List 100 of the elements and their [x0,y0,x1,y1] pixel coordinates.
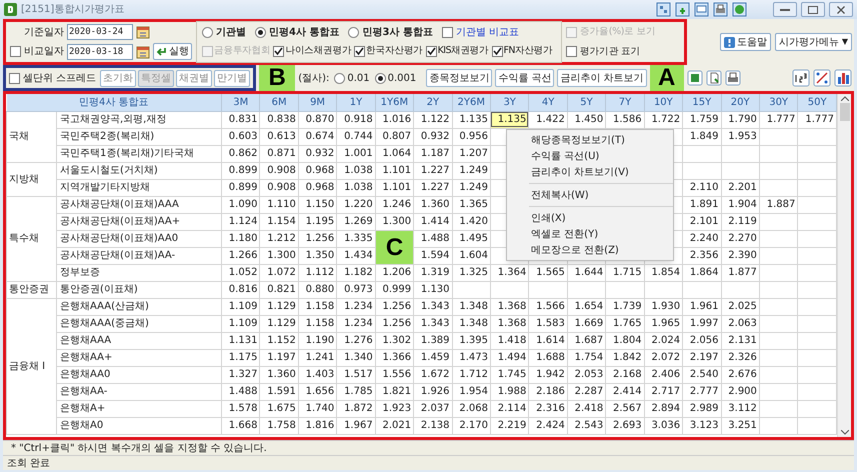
table-cell[interactable]: 0.613 [260,128,298,145]
table-cell[interactable]: 1.122 [414,111,452,128]
radio-label[interactable]: 기관별 [216,25,246,40]
table-cell[interactable]: 1.687 [567,332,606,349]
table-cell[interactable]: 1.360 [414,196,452,213]
table-cell[interactable]: 1.854 [644,264,683,281]
table-cell[interactable]: 1.389 [414,332,452,349]
table-cell[interactable]: 2.068 [452,400,490,417]
table-cell[interactable]: 1.715 [606,264,644,281]
table-cell[interactable]: 1.591 [260,383,298,400]
table-cell[interactable]: 1.842 [606,349,644,366]
table-cell[interactable]: 2.025 [721,298,760,315]
table-cell[interactable]: 1.109 [222,298,260,315]
table-cell[interactable]: 1.675 [260,400,298,417]
checkbox[interactable] [442,27,453,38]
table-cell[interactable]: 2.053 [567,366,606,383]
table-cell[interactable]: 0.831 [222,111,260,128]
radio-label[interactable]: 민평4사 통합표 [269,25,340,40]
table-cell[interactable]: 1.877 [721,264,760,281]
table-cell[interactable]: 1.234 [336,315,376,332]
table-cell[interactable]: 0.880 [298,281,337,298]
spreadsheet-icon[interactable] [686,70,703,86]
table-cell[interactable]: 1.669 [567,315,606,332]
table-cell[interactable]: 3.251 [721,417,760,434]
table-cell[interactable]: 1.187 [414,145,452,162]
table-cell[interactable]: 0.973 [336,281,376,298]
table-cell[interactable]: 2.168 [606,366,644,383]
table-cell[interactable]: 2.567 [606,400,644,417]
table-cell[interactable]: 1.249 [452,162,490,179]
table-cell[interactable]: 1.302 [375,332,414,349]
table-cell[interactable]: 2.418 [567,400,606,417]
table-cell[interactable]: 3.036 [644,417,683,434]
table-cell[interactable]: 1.241 [298,349,337,366]
column-header[interactable]: 1Y [336,94,376,111]
table-cell[interactable]: 1.052 [222,264,260,281]
radio-button[interactable] [255,27,266,38]
vertical-scrollbar[interactable] [837,94,851,437]
table-cell[interactable]: 1.110 [260,196,298,213]
table-cell[interactable]: 1.190 [298,332,337,349]
table-cell[interactable]: 1.368 [490,315,529,332]
spread-button[interactable]: 채권별 [176,70,212,86]
table-cell[interactable]: 0.674 [298,128,337,145]
table-cell[interactable]: 1.488 [222,383,260,400]
table-cell[interactable]: 1.754 [567,349,606,366]
table-cell[interactable]: 1.459 [414,349,452,366]
table-cell[interactable]: 0.744 [336,128,376,145]
scrollbar-thumb[interactable] [840,103,850,121]
table-cell[interactable]: 1.849 [682,128,721,145]
table-cell[interactable]: 1.942 [528,366,568,383]
table-cell[interactable]: 1.101 [375,179,414,196]
table-cell[interactable]: 1.583 [528,315,568,332]
table-cell[interactable]: 2.037 [414,400,452,417]
table-cell[interactable]: 1.195 [298,213,337,230]
table-cell[interactable]: 2.072 [644,349,683,366]
radio-label[interactable]: 0.01 [347,70,370,86]
table-cell[interactable]: 1.101 [375,162,414,179]
table-cell[interactable]: 1.256 [298,230,337,247]
table-cell[interactable]: 1.319 [414,264,452,281]
radio-button[interactable] [374,72,386,84]
table-cell[interactable]: 0.899 [222,162,260,179]
table-cell[interactable]: 1.038 [336,179,376,196]
scroll-down-icon[interactable] [840,430,848,435]
checkbox[interactable] [10,46,21,57]
window-add-icon[interactable] [675,2,690,17]
menu-item[interactable]: 수익률 곡선(U) [507,148,673,164]
table-cell[interactable]: 1.777 [759,111,798,128]
menu-dropdown[interactable]: 시가평가메뉴 ▼ [774,33,852,51]
table-cell[interactable]: 1.434 [336,247,376,264]
scroll-up-icon[interactable] [840,96,848,101]
table-cell[interactable]: 1.180 [222,230,260,247]
table-cell[interactable]: 1.246 [375,196,414,213]
table-cell[interactable]: 1.656 [298,383,337,400]
checkbox-label[interactable]: 평가기관 표기 [580,44,640,59]
table-cell[interactable]: 2.270 [721,230,760,247]
table-cell[interactable]: 1.135 [452,111,490,128]
table-cell[interactable]: 1.672 [414,366,452,383]
table-cell[interactable]: 1.566 [528,298,568,315]
table-cell[interactable]: 1.864 [682,264,721,281]
table-cell[interactable]: 1.327 [222,366,260,383]
table-cell[interactable]: 1.904 [721,196,760,213]
menu-item[interactable]: 해당종목정보보기(T) [507,132,673,148]
table-cell[interactable]: 1.494 [490,349,529,366]
checkbox-label[interactable]: 기관별 비교표 [456,25,520,40]
table-cell[interactable]: 1.368 [490,298,529,315]
table-cell[interactable]: 1.668 [222,417,260,434]
column-header[interactable]: 6M [260,94,298,111]
checkbox-label[interactable]: 셀단위 스프레드 [23,70,96,86]
menu-item[interactable]: 엑셀로 전환(Y) [507,226,673,242]
table-cell[interactable]: 1.953 [721,128,760,145]
table-cell[interactable]: 1.182 [336,264,376,281]
table-cell[interactable]: 1.759 [682,111,721,128]
percent-icon[interactable] [813,69,831,87]
table-cell[interactable]: 1.614 [528,332,568,349]
minimize-button[interactable] [773,2,797,17]
table-cell[interactable]: 1.150 [298,196,337,213]
toolbar-button[interactable]: 종목정보보기 [426,69,492,87]
table-cell[interactable]: 1.227 [414,179,452,196]
table-cell[interactable]: 1.967 [336,417,376,434]
table-cell[interactable]: 1.207 [452,145,490,162]
table-cell[interactable]: 1.758 [260,417,298,434]
